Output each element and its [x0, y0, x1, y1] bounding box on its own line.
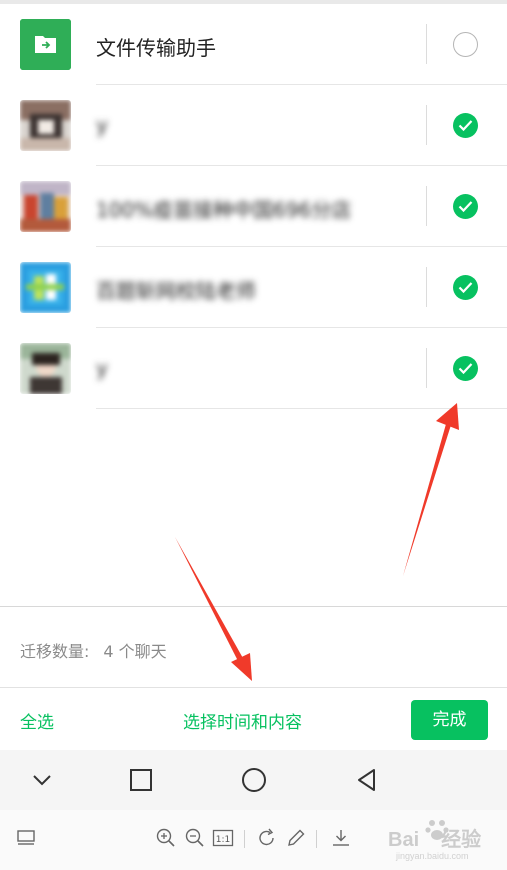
chat-row[interactable]: 100%疫苗接种中国696分店	[0, 166, 507, 247]
system-navbar	[0, 750, 507, 810]
row-separator	[426, 267, 427, 307]
migration-summary: 迁移数量: 4 个聊天	[20, 638, 167, 662]
action-bar: 全选 选择时间和内容 完成	[0, 688, 507, 750]
avatar	[20, 100, 71, 151]
download-icon[interactable]	[330, 827, 352, 849]
zoom-out-icon[interactable]	[184, 827, 206, 849]
chat-row[interactable]: y	[0, 328, 507, 409]
chat-name: 百题斩网校陆老师	[96, 279, 256, 303]
chat-row[interactable]: 百题斩网校陆老师	[0, 247, 507, 328]
select-checkbox-checked[interactable]	[453, 113, 478, 138]
toolbar-separator	[244, 830, 245, 848]
select-time-content-button[interactable]: 选择时间和内容	[183, 708, 302, 733]
row-separator	[426, 24, 427, 64]
actual-size-label: 1:1	[216, 835, 230, 845]
chat-name: 100%疫苗接种中国696分店	[96, 198, 352, 222]
avatar	[20, 181, 71, 232]
baidu-watermark: Bai 经验 jingyan.baidu.com	[388, 813, 506, 868]
watermark-sub: jingyan.baidu.com	[396, 851, 469, 861]
zoom-in-icon[interactable]	[155, 827, 177, 849]
avatar	[20, 262, 71, 313]
chat-row[interactable]: y	[0, 85, 507, 166]
chevron-down-icon[interactable]	[27, 765, 57, 795]
chat-name: 文件传输助手	[96, 36, 216, 60]
chat-name: y	[96, 356, 108, 380]
select-checkbox-unchecked[interactable]	[453, 32, 478, 57]
row-divider	[96, 408, 507, 409]
rotate-icon[interactable]	[256, 827, 278, 849]
layout-icon[interactable]	[16, 827, 38, 849]
actual-size-icon[interactable]: 1:1	[212, 827, 234, 849]
paw-icon	[425, 820, 449, 840]
row-separator	[426, 348, 427, 388]
avatar	[20, 343, 71, 394]
migration-count-value: 4 个聊天	[103, 642, 167, 661]
app-frame: 文件传输助手 y 100%疫苗接种中国696分店 百题斩网校陆老师 y 迁移数量…	[0, 0, 507, 870]
row-separator	[426, 105, 427, 145]
chat-name: y	[96, 113, 108, 137]
arrow-to-checkmarks	[403, 403, 459, 576]
square-icon[interactable]	[126, 765, 156, 795]
back-triangle-icon[interactable]	[352, 765, 382, 795]
toolbar-separator	[316, 830, 317, 848]
circle-icon[interactable]	[239, 765, 269, 795]
arrow-to-select-time	[175, 537, 252, 681]
pencil-icon[interactable]	[285, 827, 307, 849]
done-button[interactable]: 完成	[411, 700, 488, 740]
summary-divider	[0, 606, 507, 607]
select-checkbox-checked[interactable]	[453, 194, 478, 219]
file-transfer-icon	[20, 19, 71, 70]
select-all-button[interactable]: 全选	[20, 708, 54, 733]
chat-row-file-transfer[interactable]: 文件传输助手	[0, 4, 507, 85]
migration-count-label: 迁移数量:	[20, 642, 90, 661]
row-separator	[426, 186, 427, 226]
select-checkbox-checked[interactable]	[453, 275, 478, 300]
select-checkbox-checked[interactable]	[453, 356, 478, 381]
